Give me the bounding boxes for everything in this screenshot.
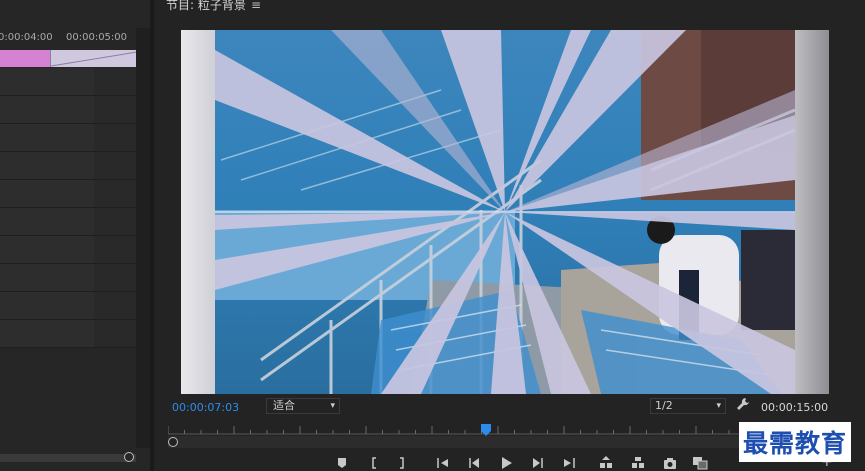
timeline-track[interactable] xyxy=(0,292,136,320)
current-timecode[interactable]: 00:00:07:03 xyxy=(172,401,239,414)
zoom-scroll-handle[interactable] xyxy=(168,437,178,447)
timeline-track[interactable] xyxy=(0,236,136,264)
play-icon[interactable] xyxy=(498,455,514,471)
mark-out-icon[interactable] xyxy=(394,455,410,471)
zoom-fit-select[interactable]: 适合 ▾ xyxy=(266,398,340,414)
timeline-track[interactable] xyxy=(0,96,136,124)
timeline-clip-transition[interactable] xyxy=(50,50,136,67)
extract-icon[interactable] xyxy=(630,455,646,471)
playhead-marker[interactable] xyxy=(480,424,491,436)
step-forward-icon[interactable] xyxy=(530,455,546,471)
compare-view-icon[interactable] xyxy=(692,455,708,471)
settings-wrench-icon[interactable] xyxy=(736,397,750,413)
timeline-clip[interactable] xyxy=(0,50,50,67)
timeline-track[interactable] xyxy=(0,180,136,208)
mark-in-icon[interactable] xyxy=(366,455,382,471)
playback-resolution-select[interactable]: 1/2 ▾ xyxy=(650,398,726,414)
monitor-title[interactable]: 节目: 粒子背景 xyxy=(166,0,246,13)
zoom-scroll-bar[interactable] xyxy=(168,436,830,448)
chevron-down-icon: ▾ xyxy=(716,401,721,411)
add-marker-icon[interactable] xyxy=(334,455,350,471)
video-preview-image xyxy=(181,30,829,394)
timeline-panel: 0:00:04:00 00:00:05:00 xyxy=(0,0,150,471)
fit-select-label: 适合 xyxy=(273,399,295,412)
timeline-track[interactable] xyxy=(0,124,136,152)
lift-icon[interactable] xyxy=(598,455,614,471)
transition-line xyxy=(51,51,136,67)
timeline-time-label: 0:00:04:00 xyxy=(0,32,53,43)
step-back-icon[interactable] xyxy=(466,455,482,471)
timeline-vertical-scrollbar[interactable] xyxy=(136,28,150,448)
timeline-track[interactable] xyxy=(0,320,136,348)
timeline-track[interactable] xyxy=(0,68,136,96)
timeline-time-label: 00:00:05:00 xyxy=(66,32,128,43)
duration-timecode: 00:00:15:00 xyxy=(761,401,829,414)
panel-menu-icon[interactable]: ≡ xyxy=(251,0,261,12)
timeline-zoom-handle[interactable] xyxy=(124,452,134,462)
watermark-logo: 最需教育 xyxy=(739,422,852,462)
timeline-track[interactable] xyxy=(0,264,136,292)
monitor-time-ruler[interactable] xyxy=(168,423,830,435)
resolution-select-label: 1/2 xyxy=(655,399,673,412)
program-video-frame[interactable] xyxy=(181,30,829,394)
chevron-down-icon: ▾ xyxy=(330,401,335,411)
export-frame-icon[interactable] xyxy=(662,455,678,471)
timeline-track[interactable] xyxy=(0,208,136,236)
go-to-in-icon[interactable] xyxy=(434,455,450,471)
go-to-out-icon[interactable] xyxy=(562,455,578,471)
timeline-horizontal-scrollbar[interactable] xyxy=(0,454,136,462)
timeline-track[interactable] xyxy=(0,152,136,180)
